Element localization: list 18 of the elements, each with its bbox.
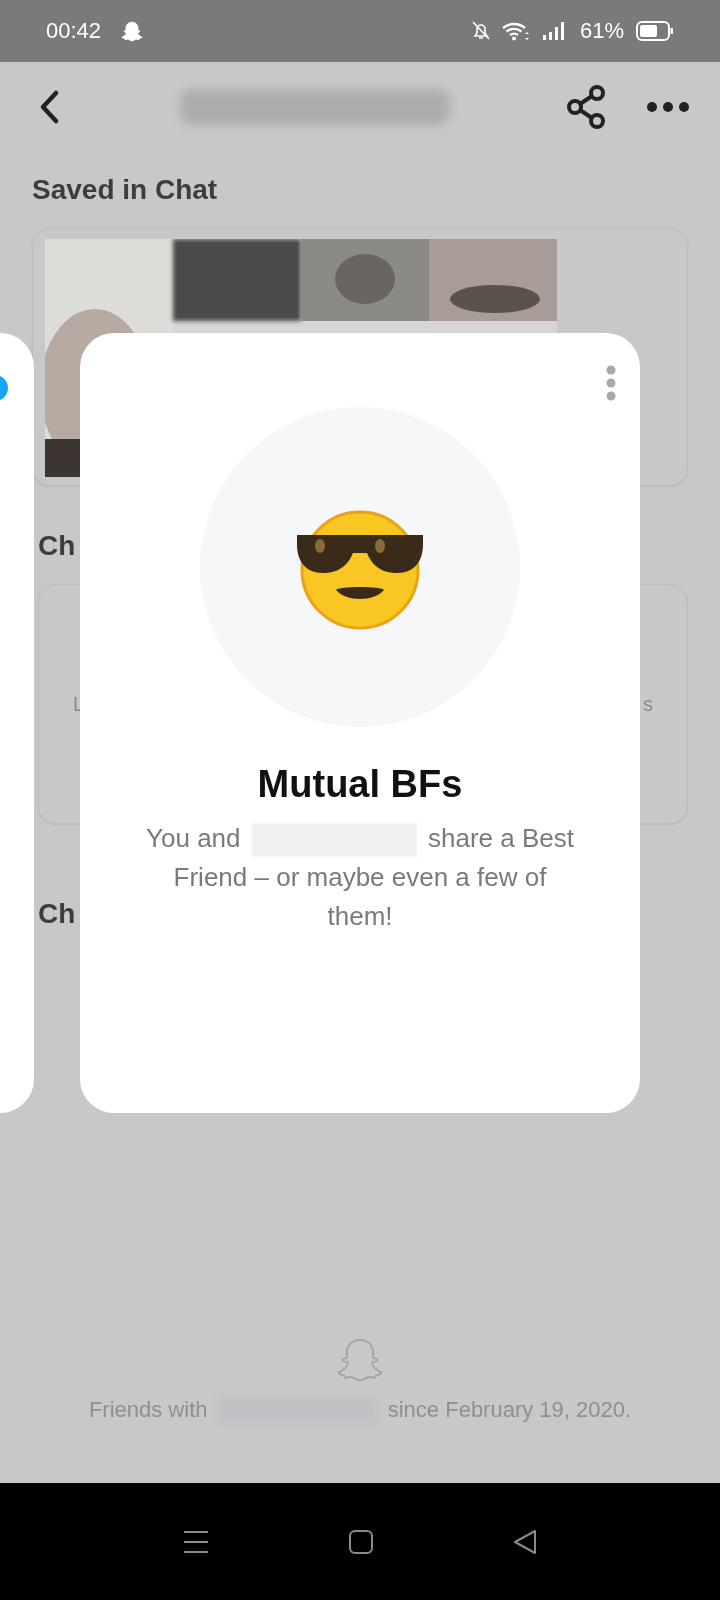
friends-since-text: Friends with since February 19, 2020. xyxy=(88,1396,632,1425)
popup-title: Mutual BFs xyxy=(257,762,463,807)
wifi-icon xyxy=(501,21,530,41)
clock: 00:42 xyxy=(46,18,102,44)
back-nav-button[interactable] xyxy=(513,1528,537,1555)
battery-icon xyxy=(636,21,674,41)
section-title: Saved in Chat xyxy=(32,173,218,207)
battery-percent: 61% xyxy=(579,18,624,44)
more-button[interactable] xyxy=(646,101,690,113)
section-title: Ch xyxy=(38,529,76,563)
bell-off-icon xyxy=(471,21,490,41)
popup-description: You and share a Best Friend – or maybe even a few of them! xyxy=(145,822,575,933)
recent-apps-button[interactable] xyxy=(183,1529,209,1554)
share-button[interactable] xyxy=(566,85,606,129)
card-text: s xyxy=(643,692,653,716)
section-title: Ch xyxy=(38,897,76,931)
ghost-icon xyxy=(121,20,144,42)
home-button[interactable] xyxy=(349,1529,373,1554)
